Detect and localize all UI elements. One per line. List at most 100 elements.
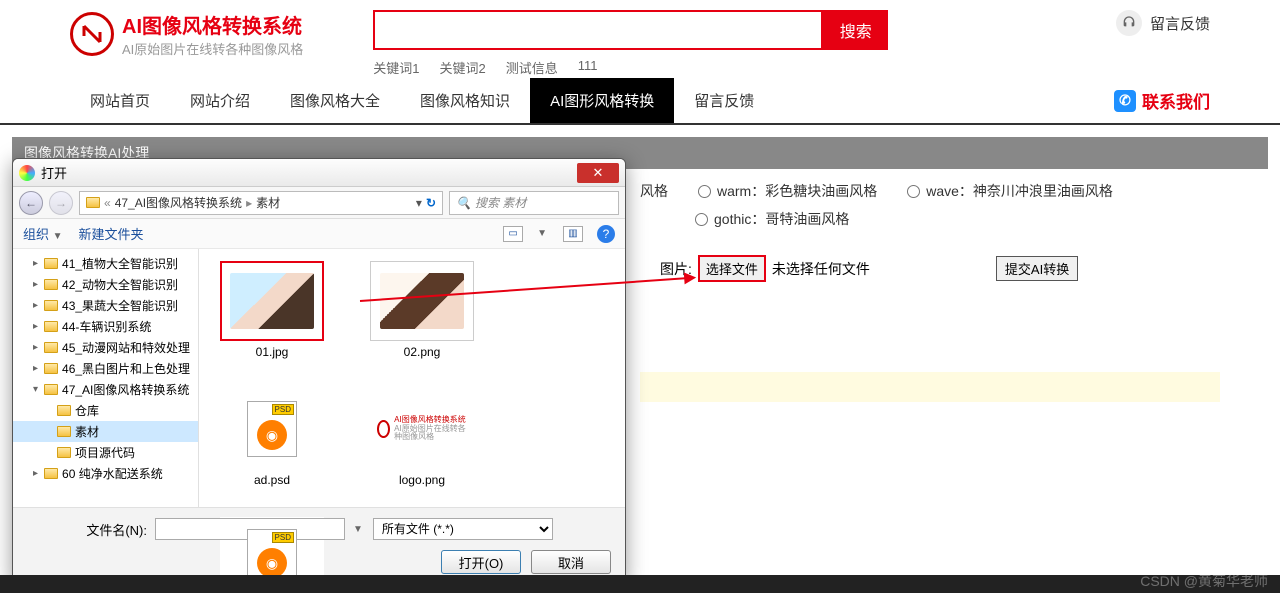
- file-item[interactable]: PSD◉ ad.psd: [217, 389, 327, 487]
- dialog-buttons: 打开(O) 取消: [27, 550, 611, 574]
- file-name-label: logo.png: [399, 473, 445, 487]
- nav-about[interactable]: 网站介绍: [170, 78, 270, 123]
- tree-item[interactable]: ▸ 42_动物大全智能识别: [13, 274, 198, 295]
- help-icon[interactable]: ?: [597, 225, 615, 243]
- dialog-path-bar: ← → « 47_AI图像风格转换系统 ▸ 素材 ▾ ↻ 🔍 搜索 素材: [13, 187, 625, 219]
- file-item[interactable]: 02.png: [367, 261, 477, 359]
- keyword-row: 关键词1 关键词2 测试信息 111: [373, 58, 888, 77]
- chevron-down-icon[interactable]: ▼: [353, 524, 363, 535]
- breadcrumb[interactable]: « 47_AI图像风格转换系统 ▸ 素材 ▾ ↻: [79, 191, 443, 215]
- tree-item[interactable]: ▸ 60 纯净水配送系统: [13, 463, 198, 484]
- file-thumbnail: PSD◉: [220, 389, 324, 469]
- nav-knowledge[interactable]: 图像风格知识: [400, 78, 530, 123]
- tree-item[interactable]: ▾ 47_AI图像风格转换系统: [13, 379, 198, 400]
- folder-icon: [44, 342, 58, 353]
- feedback-link[interactable]: 留言反馈: [1116, 10, 1210, 36]
- path-segment[interactable]: 素材: [256, 194, 280, 211]
- feedback-label: 留言反馈: [1150, 13, 1210, 34]
- view-mode-icon[interactable]: ▭: [503, 226, 523, 242]
- chevron-right-icon[interactable]: ▸: [33, 363, 38, 374]
- file-name-label: 02.png: [404, 345, 441, 359]
- forward-button[interactable]: →: [49, 191, 73, 215]
- refresh-icon[interactable]: ↻: [426, 196, 436, 210]
- style-radio-warm[interactable]: warm：彩色糖块油画风格: [698, 181, 877, 201]
- site-title: AI图像风格转换系统: [122, 10, 303, 39]
- logo[interactable]: AI图像风格转换系统 AI原始图片在线转各种图像风格: [70, 10, 303, 58]
- filetype-select[interactable]: 所有文件 (*.*): [373, 518, 553, 540]
- nav-feedback[interactable]: 留言反馈: [674, 78, 774, 123]
- open-button[interactable]: 打开(O): [441, 550, 521, 574]
- file-name-label: ad.psd: [254, 473, 290, 487]
- style-radio-gothic[interactable]: gothic：哥特油画风格: [695, 209, 849, 229]
- new-folder-button[interactable]: 新建文件夹: [79, 224, 144, 243]
- contact-us[interactable]: ✆ 联系我们: [1114, 88, 1210, 113]
- choose-file-button[interactable]: 选择文件: [698, 255, 766, 282]
- file-name-label: 01.jpg: [256, 345, 289, 359]
- chevron-down-icon[interactable]: ▼: [537, 228, 547, 239]
- folder-icon: [44, 363, 58, 374]
- folder-icon: [44, 300, 58, 311]
- folder-icon: [44, 384, 58, 395]
- folder-tree[interactable]: ▸ 41_植物大全智能识别 ▸ 42_动物大全智能识别 ▸ 43_果蔬大全智能识别 ▸ 44-…: [13, 249, 199, 507]
- tree-item[interactable]: ▸ 41_植物大全智能识别: [13, 253, 198, 274]
- chevron-right-icon[interactable]: ▸: [33, 258, 38, 269]
- main-nav: 网站首页 网站介绍 图像风格大全 图像风格知识 AI图形风格转换 留言反馈 ✆ …: [0, 78, 1280, 125]
- preview-pane-icon[interactable]: ▥: [563, 226, 583, 242]
- site-subtitle: AI原始图片在线转各种图像风格: [122, 39, 303, 58]
- search-input[interactable]: [373, 10, 823, 50]
- file-item[interactable]: AI图像风格转换系统AI原始图片在线转各种图像风格logo.png: [367, 389, 477, 487]
- folder-icon: [57, 447, 71, 458]
- tree-item-label: 41_植物大全智能识别: [62, 255, 178, 272]
- keyword-link[interactable]: 关键词1: [373, 58, 419, 77]
- folder-icon: [44, 321, 58, 332]
- file-thumbnail: [370, 261, 474, 341]
- result-placeholder: [640, 372, 1220, 402]
- tree-item-label: 60 纯净水配送系统: [62, 465, 163, 482]
- style-suffix: 风格: [640, 181, 668, 201]
- back-button[interactable]: ←: [19, 191, 43, 215]
- tree-item-label: 素材: [75, 423, 99, 440]
- tree-item-label: 44-车辆识别系统: [62, 318, 151, 335]
- file-item[interactable]: 01.jpg: [217, 261, 327, 359]
- style-radio-wave[interactable]: wave：神奈川冲浪里油画风格: [907, 181, 1113, 201]
- cancel-button[interactable]: 取消: [531, 550, 611, 574]
- tree-item[interactable]: ▸46_黑白图片和上色处理: [13, 358, 198, 379]
- chevron-down-icon[interactable]: ▾: [33, 384, 38, 395]
- tree-item[interactable]: 仓库: [13, 400, 198, 421]
- logo-text: AI图像风格转换系统 AI原始图片在线转各种图像风格: [122, 10, 303, 58]
- tree-item-label: 42_动物大全智能识别: [62, 276, 178, 293]
- chevron-right-icon[interactable]: ▸: [33, 342, 38, 353]
- tree-item-label: 仓库: [75, 402, 99, 419]
- header: AI图像风格转换系统 AI原始图片在线转各种图像风格 搜索 关键词1 关键词2 …: [0, 0, 1280, 78]
- chevron-right-icon[interactable]: ▸: [33, 300, 38, 311]
- tree-item[interactable]: ▸45_动漫网站和特效处理: [13, 337, 198, 358]
- keyword-link[interactable]: 测试信息: [506, 58, 558, 77]
- nav-styles[interactable]: 图像风格大全: [270, 78, 400, 123]
- nav-convert[interactable]: AI图形风格转换: [530, 78, 674, 123]
- keyword-link[interactable]: 111: [578, 58, 598, 77]
- folder-icon: [57, 405, 71, 416]
- tree-item[interactable]: 项目源代码: [13, 442, 198, 463]
- folder-icon: [44, 468, 58, 479]
- nav-home[interactable]: 网站首页: [70, 78, 170, 123]
- chevron-right-icon[interactable]: ▸: [33, 468, 38, 479]
- path-segment[interactable]: 47_AI图像风格转换系统: [115, 194, 242, 211]
- tree-item-label: 47_AI图像风格转换系统: [62, 381, 189, 398]
- keyword-link[interactable]: 关键词2: [440, 58, 486, 77]
- chevron-right-icon[interactable]: ▸: [33, 279, 38, 290]
- tree-item[interactable]: ▸ 43_果蔬大全智能识别: [13, 295, 198, 316]
- headset-icon: [1116, 10, 1142, 36]
- chevron-down-icon[interactable]: ▾: [416, 196, 422, 210]
- tree-item-label: 43_果蔬大全智能识别: [62, 297, 178, 314]
- filename-row: 文件名(N): ▼ 所有文件 (*.*): [27, 518, 611, 540]
- submit-button[interactable]: 提交AI转换: [996, 256, 1078, 281]
- organize-menu[interactable]: 组织 ▼: [23, 224, 65, 243]
- tree-item-label: 项目源代码: [75, 444, 135, 461]
- chevron-right-icon[interactable]: ▸: [33, 321, 38, 332]
- tree-item[interactable]: ▸ 44-车辆识别系统: [13, 316, 198, 337]
- tree-item[interactable]: 素材: [13, 421, 198, 442]
- folder-search-input[interactable]: 🔍 搜索 素材: [449, 191, 619, 215]
- search-button[interactable]: 搜索: [823, 10, 888, 50]
- close-button[interactable]: ✕: [577, 163, 619, 183]
- dialog-titlebar[interactable]: 打开 ✕: [13, 159, 625, 187]
